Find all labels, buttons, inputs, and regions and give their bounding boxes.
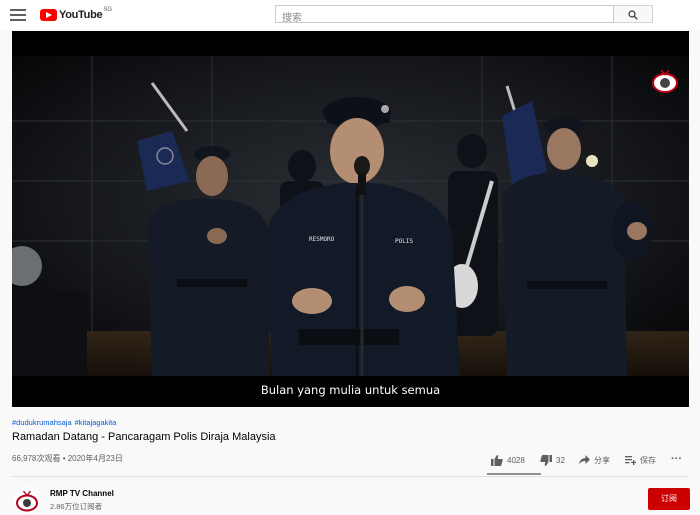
search-button[interactable]	[614, 5, 653, 23]
channel-avatar[interactable]	[14, 487, 40, 513]
name-tag-left: RESMORO	[309, 236, 335, 243]
hashtags: #dudukrumahsaja #kitajagakita	[12, 418, 119, 427]
logo-text: YouTube	[59, 9, 103, 21]
channel-name[interactable]: RMP TV Channel	[50, 489, 114, 498]
thumbs-up-icon	[491, 454, 503, 466]
video-title: Ramadan Datang - Pancaragam Polis Diraja…	[12, 431, 276, 443]
share-button[interactable]: 分享	[579, 453, 610, 467]
play-logo-icon	[40, 9, 57, 21]
region-label: SG	[103, 7, 112, 13]
subscribe-button[interactable]: 订阅	[648, 488, 690, 510]
search-input[interactable]: 搜索	[275, 5, 614, 24]
video-player[interactable]: RESMORO POLIS Bulan yang mulia untuk sem…	[12, 31, 689, 407]
subscriber-count: 2.86万位订阅者	[50, 502, 103, 511]
thumbs-down-icon	[540, 454, 552, 466]
dislike-button[interactable]: 32	[540, 453, 565, 467]
channel-watermark-icon[interactable]	[652, 68, 678, 99]
dislike-count: 32	[556, 455, 565, 465]
view-count-date: 66,978次观看 • 2020年4月23日	[12, 454, 123, 463]
save-button[interactable]: 保存	[625, 453, 656, 467]
divider	[12, 476, 689, 477]
like-ratio-bar	[487, 473, 541, 475]
youtube-logo[interactable]: YouTube SG	[40, 7, 112, 23]
hashtag-link[interactable]: #kitajagakita	[75, 418, 117, 427]
playlist-add-icon	[625, 456, 636, 465]
name-tag-right: POLIS	[395, 238, 413, 245]
menu-icon[interactable]	[10, 7, 26, 21]
share-label: 分享	[594, 455, 610, 465]
hashtag-link[interactable]: #dudukrumahsaja	[12, 418, 72, 427]
share-icon	[579, 455, 590, 465]
save-label: 保存	[640, 455, 656, 465]
like-count: 4028	[507, 455, 525, 465]
more-actions-icon[interactable]: ···	[671, 452, 682, 466]
video-frame: RESMORO POLIS	[12, 31, 689, 407]
masthead: YouTube SG 搜索	[0, 0, 700, 30]
search-icon	[628, 10, 638, 20]
like-button[interactable]: 4028	[491, 453, 525, 467]
video-subtitle: Bulan yang mulia untuk semua	[260, 383, 441, 397]
